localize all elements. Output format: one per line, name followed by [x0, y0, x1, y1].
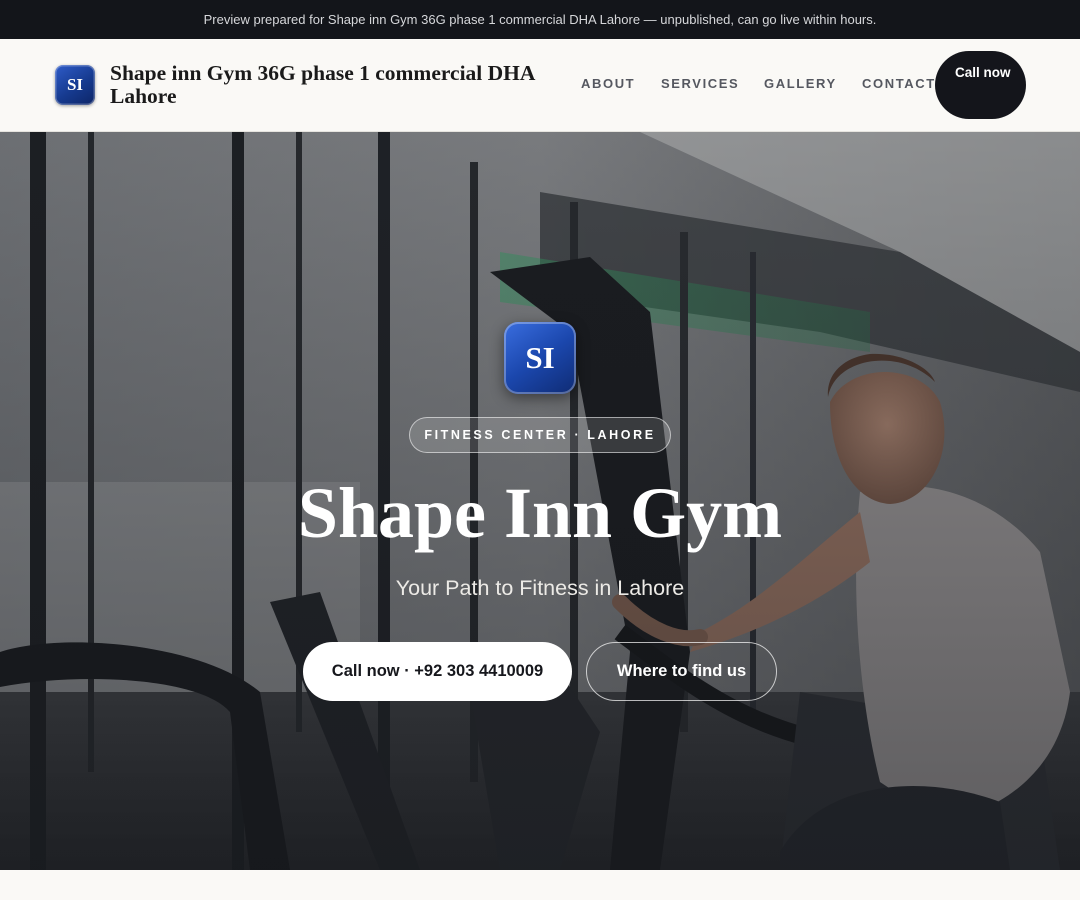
hero-category-pill: FITNESS CENTER · LAHORE	[409, 417, 671, 453]
header-call-button[interactable]: Call now	[935, 51, 1026, 119]
hero-logo-initials: SI	[525, 340, 555, 375]
nav-link-gallery[interactable]: GALLERY	[764, 76, 837, 91]
hero-logo-badge: SI	[504, 322, 576, 394]
nav-link-contact[interactable]: CONTACT	[862, 76, 936, 91]
hero-location-button[interactable]: Where to find us	[586, 642, 777, 701]
brand-name[interactable]: Shape inn Gym 36G phase 1 commercial DHA…	[110, 62, 570, 108]
hero-section: SI FITNESS CENTER · LAHORE Shape Inn Gym…	[0, 132, 1080, 870]
logo-initials: SI	[66, 75, 84, 94]
hero-title: Shape Inn Gym	[297, 473, 783, 553]
hero-call-button[interactable]: Call now · +92 303 4410009	[303, 642, 572, 701]
hero-subtitle: Your Path to Fitness in Lahore	[395, 576, 685, 600]
preview-banner-text: Preview prepared for Shape inn Gym 36G p…	[203, 12, 877, 27]
nav-link-services[interactable]: SERVICES	[661, 76, 739, 91]
site-header: SI Shape inn Gym 36G phase 1 commercial …	[0, 39, 1080, 132]
logo-badge[interactable]: SI	[55, 65, 95, 105]
nav-link-about[interactable]: ABOUT	[581, 76, 635, 91]
preview-banner: Preview prepared for Shape inn Gym 36G p…	[0, 0, 1080, 39]
